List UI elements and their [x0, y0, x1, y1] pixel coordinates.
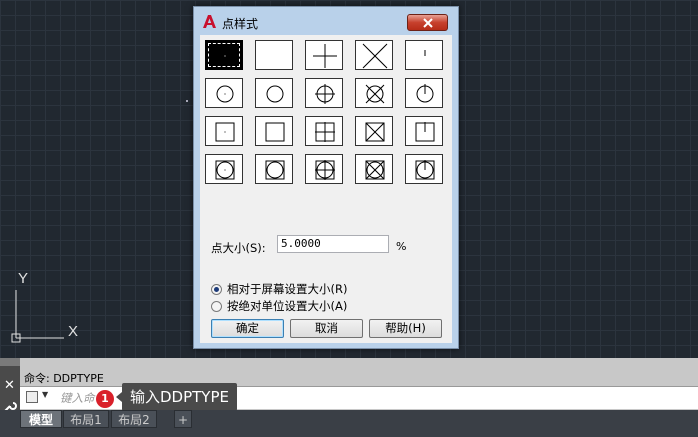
- point-style-tick-icon: [424, 50, 426, 56]
- command-sidebar: ✕: [0, 366, 20, 412]
- point-style-circle-icon: [266, 85, 284, 103]
- point-style-circle-plus[interactable]: [305, 78, 343, 108]
- radio-relative-row[interactable]: 相对于屏幕设置大小(R): [211, 281, 347, 297]
- ok-button[interactable]: 确定: [211, 319, 284, 338]
- radio-relative[interactable]: [211, 283, 222, 295]
- point-style-circlesquare-dot-icon: [215, 160, 235, 180]
- point-style-plus[interactable]: [305, 40, 343, 70]
- tab-layout1[interactable]: 布局1: [63, 410, 109, 428]
- point-style-circle[interactable]: [255, 78, 293, 108]
- cancel-button[interactable]: 取消: [290, 319, 363, 338]
- point-marker: [186, 100, 188, 102]
- point-style-cross-icon: [362, 43, 388, 69]
- ucs-y-label: Y: [18, 270, 28, 287]
- radio-absolute-row[interactable]: 按绝对单位设置大小(A): [211, 298, 347, 314]
- close-icon[interactable]: ✕: [4, 378, 15, 393]
- point-style-circle-cross-icon: [365, 84, 385, 104]
- point-style-square-plus-icon: [315, 122, 335, 142]
- help-button[interactable]: 帮助(H): [369, 319, 442, 338]
- point-style-square-tick[interactable]: [405, 116, 443, 146]
- tab-layout2[interactable]: 布局2: [111, 410, 157, 428]
- percent-unit: %: [396, 240, 407, 253]
- point-style-circlesquare[interactable]: [255, 154, 293, 184]
- point-style-square[interactable]: [255, 116, 293, 146]
- point-style-square-cross-icon: [365, 122, 385, 142]
- point-style-circle-dot[interactable]: [205, 78, 243, 108]
- radio-relative-label: 相对于屏幕设置大小(R): [227, 282, 348, 296]
- ucs-x-label: X: [68, 323, 78, 340]
- point-style-circle-tick-icon: [416, 84, 434, 103]
- add-tab-button[interactable]: +: [174, 410, 192, 428]
- point-style-none[interactable]: [255, 40, 293, 70]
- point-size-input[interactable]: 5.0000: [277, 235, 389, 253]
- point-style-plus-icon: [313, 44, 337, 68]
- dialog-title: 点样式: [222, 17, 259, 31]
- point-style-circlesquare-cross[interactable]: [355, 154, 393, 184]
- point-style-circle-cross[interactable]: [355, 78, 393, 108]
- point-style-circlesquare-plus[interactable]: [305, 154, 343, 184]
- point-style-circlesquare-tick[interactable]: [405, 154, 443, 184]
- ucs-icon: Y X: [11, 270, 78, 343]
- point-style-dot[interactable]: [205, 40, 243, 70]
- autocad-logo-icon: [203, 15, 216, 28]
- tab-model[interactable]: 模型: [20, 410, 62, 428]
- instruction-tooltip: 输入DDPTYPE: [116, 383, 237, 411]
- dialog-titlebar[interactable]: 点样式: [194, 7, 458, 35]
- radio-absolute[interactable]: [211, 300, 222, 312]
- panel-grip[interactable]: [0, 358, 20, 366]
- point-style-cross[interactable]: [355, 40, 393, 70]
- point-style-none-icon: [256, 41, 294, 71]
- close-button[interactable]: [407, 14, 448, 31]
- chevron-down-icon[interactable]: ▼: [42, 390, 48, 399]
- close-icon: [422, 17, 433, 28]
- command-history: 命令: DDPTYPE: [24, 372, 104, 385]
- point-style-square-dot-icon: [215, 122, 235, 142]
- point-size-label: 点大小(S):: [211, 241, 266, 255]
- point-style-circle-plus-icon: [315, 84, 335, 104]
- point-style-circlesquare-icon: [265, 160, 285, 180]
- point-style-circlesquare-dot[interactable]: [205, 154, 243, 184]
- point-style-square-tick-icon: [415, 122, 435, 142]
- point-style-tick[interactable]: [405, 40, 443, 70]
- point-style-dialog: 点样式 点大小(S): 5.0000 % 相对于屏幕设置大小(R) 按绝对单位设…: [193, 6, 459, 349]
- step-badge: 1: [96, 390, 114, 408]
- point-style-square-cross[interactable]: [355, 116, 393, 146]
- point-style-square-icon: [265, 122, 285, 142]
- point-style-dot-icon: [224, 55, 226, 57]
- point-style-square-dot[interactable]: [205, 116, 243, 146]
- point-style-circle-tick[interactable]: [405, 78, 443, 108]
- point-style-circlesquare-tick-icon: [415, 160, 435, 180]
- layout-tabs: 模型 布局1 布局2 +: [0, 410, 698, 437]
- point-style-circlesquare-plus-icon: [315, 160, 335, 180]
- dialog-body: 点大小(S): 5.0000 % 相对于屏幕设置大小(R) 按绝对单位设置大小(…: [200, 35, 452, 343]
- command-prompt-icon[interactable]: [26, 391, 38, 403]
- point-style-circlesquare-cross-icon: [365, 160, 385, 180]
- point-style-square-plus[interactable]: [305, 116, 343, 146]
- radio-absolute-label: 按绝对单位设置大小(A): [227, 299, 348, 313]
- point-style-circle-dot-icon: [216, 85, 234, 103]
